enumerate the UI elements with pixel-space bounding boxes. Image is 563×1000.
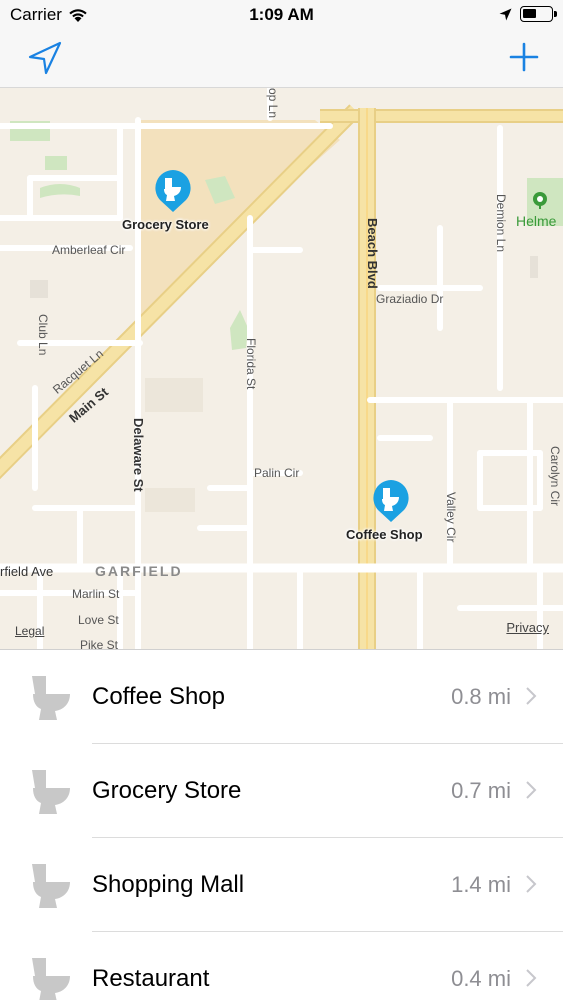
status-indicators xyxy=(499,6,557,22)
street-label-florida: Florida St xyxy=(244,338,258,390)
places-list: Coffee Shop 0.8 mi Grocery Store 0.7 mi … xyxy=(0,649,563,1000)
street-label-palin: Palin Cir xyxy=(254,466,300,480)
place-distance: 0.8 mi xyxy=(451,684,511,709)
toilet-pin-icon[interactable] xyxy=(371,478,411,524)
battery-icon xyxy=(520,6,557,22)
street-label-delaware: Delaware St xyxy=(131,418,146,492)
list-item[interactable]: Restaurant 0.4 mi xyxy=(0,932,563,1000)
top-bar: Carrier 1:09 AM xyxy=(0,0,563,88)
place-name: Coffee Shop xyxy=(92,683,225,710)
legal-link[interactable]: Legal xyxy=(15,624,44,638)
street-label-amberleaf: Amberleaf Cir xyxy=(52,243,126,257)
list-item[interactable]: Shopping Mall 1.4 mi xyxy=(0,838,563,932)
map-view[interactable]: Amberleaf Cir Club Ln Racquet Ln Main St… xyxy=(0,88,563,649)
location-services-icon xyxy=(499,8,512,20)
chevron-right-icon xyxy=(526,781,537,799)
place-name: Restaurant xyxy=(92,965,210,992)
area-label-garfield: GARFIELD xyxy=(95,563,183,579)
park-icon xyxy=(533,192,547,209)
place-distance: 1.4 mi xyxy=(451,872,511,897)
street-label-marlin: Marlin St xyxy=(72,587,120,601)
place-name: Shopping Mall xyxy=(92,871,245,898)
chevron-right-icon xyxy=(526,875,537,893)
toilet-icon xyxy=(32,958,70,1000)
street-label-club: Club Ln xyxy=(36,314,50,356)
street-label-pike: Pike St xyxy=(80,638,119,649)
status-bar: Carrier 1:09 AM xyxy=(0,0,563,30)
location-arrow-icon[interactable] xyxy=(26,40,64,76)
place-distance: 0.4 mi xyxy=(451,966,511,991)
toilet-icon xyxy=(32,770,70,814)
toilet-icon xyxy=(32,676,70,720)
place-name: Grocery Store xyxy=(92,777,242,804)
street-label-demion: Demion Ln xyxy=(494,194,508,253)
park-label: Helme xyxy=(516,213,557,229)
street-label-garfield-ave: rfield Ave xyxy=(0,564,54,579)
place-distance: 0.7 mi xyxy=(451,778,511,803)
privacy-link[interactable]: Privacy xyxy=(506,620,549,635)
street-label-beach: Beach Blvd xyxy=(365,218,380,289)
toilet-icon xyxy=(32,864,70,908)
add-button[interactable] xyxy=(509,42,539,72)
street-label-carolyn: Carolyn Cir xyxy=(548,446,562,507)
street-label-love: Love St xyxy=(78,613,119,627)
street-label-valley: Valley Cir xyxy=(444,492,458,543)
street-label-top-ln: op Ln xyxy=(266,88,280,119)
toilet-pin-icon[interactable] xyxy=(153,168,193,214)
chevron-right-icon xyxy=(526,687,537,705)
street-label-graziadio: Graziadio Dr xyxy=(376,292,444,306)
list-item[interactable]: Coffee Shop 0.8 mi xyxy=(0,650,563,744)
pin-label-grocery[interactable]: Grocery Store xyxy=(122,217,209,232)
list-item[interactable]: Grocery Store 0.7 mi xyxy=(0,744,563,838)
status-time: 1:09 AM xyxy=(249,5,314,24)
pin-label-coffee[interactable]: Coffee Shop xyxy=(346,527,423,542)
chevron-right-icon xyxy=(526,969,537,987)
